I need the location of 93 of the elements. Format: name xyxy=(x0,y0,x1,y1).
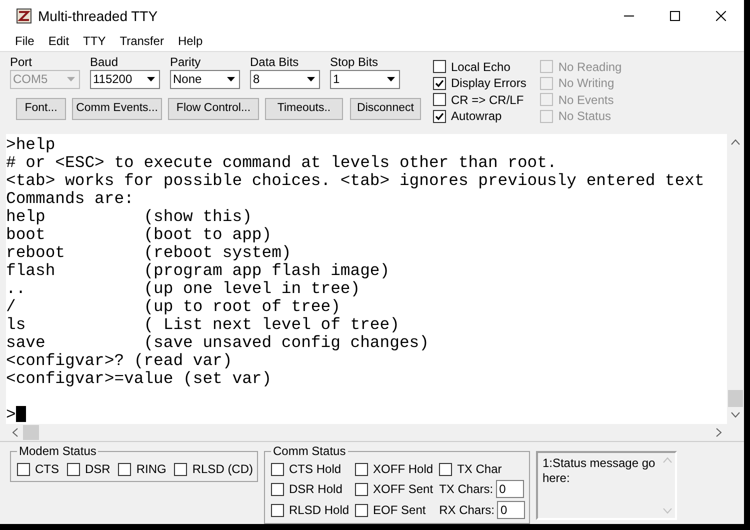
checkbox-label: RLSD Hold xyxy=(289,502,350,519)
scroll-down-icon[interactable] xyxy=(731,412,740,418)
dropdown[interactable]: 115200 xyxy=(90,70,160,89)
terminal-line: boot (boot to app) xyxy=(6,226,273,244)
checkbox-label: XOFF Hold xyxy=(373,461,434,478)
dropdown[interactable]: 1 xyxy=(330,70,400,89)
terminal-line: .. (up one level in tree) xyxy=(6,280,362,298)
field-label: RX Chars: xyxy=(439,502,494,519)
scrollbar-thumb[interactable] xyxy=(728,390,743,406)
checkbox[interactable] xyxy=(118,462,132,476)
scroll-up-icon xyxy=(662,456,672,462)
dropdown[interactable]: None xyxy=(170,70,240,89)
checkbox[interactable] xyxy=(355,482,368,496)
checkbox[interactable] xyxy=(174,462,188,476)
field-label: Baud xyxy=(90,54,120,69)
scroll-right-icon[interactable] xyxy=(716,428,722,436)
button[interactable]: Font... xyxy=(16,98,66,120)
checkbox-label: TX Char xyxy=(457,461,502,478)
field-label: Parity xyxy=(170,54,202,69)
checkbox-label: CR => CR/LF xyxy=(451,92,524,109)
terminal-line: <tab> works for possible choices. <tab> ignores previously entered text xyxy=(6,172,706,190)
checkbox-label: CTS Hold xyxy=(289,461,342,478)
caret-icon xyxy=(307,76,315,82)
checkbox-label: No Events xyxy=(558,92,614,109)
scroll-up-icon[interactable] xyxy=(731,139,740,145)
terminal-line: Commands are: xyxy=(6,190,135,208)
maximize-icon[interactable] xyxy=(670,11,680,21)
checkbox[interactable] xyxy=(433,93,446,106)
checkbox-label: No Writing xyxy=(558,75,614,92)
field-label: Port xyxy=(10,54,34,69)
field-label: Data Bits xyxy=(250,54,300,69)
terminal-line: # or <ESC> to execute command at levels other than root. xyxy=(6,154,558,172)
button[interactable]: Comm Events... xyxy=(72,98,162,120)
terminal-line: / (up to root of tree) xyxy=(6,298,342,316)
checkbox[interactable] xyxy=(355,462,368,476)
button[interactable]: Flow Control... xyxy=(168,98,259,120)
checkbox[interactable] xyxy=(67,462,80,476)
cursor xyxy=(16,406,26,422)
checkbox-label: DSR Hold xyxy=(289,481,342,498)
caret-icon xyxy=(147,76,155,82)
close-icon[interactable] xyxy=(716,11,726,21)
checkbox-label: DSR xyxy=(85,461,110,478)
caret-icon xyxy=(227,76,235,82)
counter-field: 0 xyxy=(497,501,526,519)
terminal-line: <configvar>? (read var) xyxy=(6,352,234,370)
checkbox[interactable] xyxy=(439,462,452,476)
window-title: Multi-threaded TTY xyxy=(38,6,158,26)
checkbox-label: RLSD (CD) xyxy=(192,461,254,478)
app-icon xyxy=(16,8,32,24)
caret-icon xyxy=(387,76,395,82)
scrollbar-thumb[interactable] xyxy=(23,424,39,440)
menu-item[interactable]: Edit xyxy=(41,32,76,50)
status-message: 1:Status message go here: xyxy=(541,454,656,486)
checkbox[interactable] xyxy=(271,462,284,476)
button[interactable]: Disconnect xyxy=(350,98,421,120)
caret-icon xyxy=(67,76,75,82)
field-label: TX Chars: xyxy=(439,481,494,498)
checkbox-label: CTS xyxy=(35,461,59,478)
terminal-prompt: > xyxy=(6,404,16,424)
terminal-line: ls ( List next level of tree) xyxy=(6,316,400,334)
checkbox[interactable] xyxy=(271,504,284,516)
menu-item[interactable]: Transfer xyxy=(112,32,171,50)
checkbox-label: Autowrap xyxy=(451,108,502,126)
scroll-left-icon[interactable] xyxy=(12,428,18,436)
checkbox[interactable] xyxy=(433,76,446,90)
menu-item[interactable]: Help xyxy=(170,32,210,50)
checkbox[interactable] xyxy=(355,504,368,516)
checkbox-label: RING xyxy=(136,461,166,478)
field-label: Stop Bits xyxy=(330,54,380,69)
checkbox-label: No Status xyxy=(558,108,612,126)
terminal-line: <configvar>=value (set var) xyxy=(6,370,273,388)
menu-item[interactable]: TTY xyxy=(76,32,113,50)
checkbox[interactable] xyxy=(271,482,284,496)
terminal-line: save (save unsaved config changes) xyxy=(6,334,430,352)
menu-item[interactable]: File xyxy=(8,32,42,50)
checkbox[interactable] xyxy=(17,462,30,476)
button[interactable]: Timeouts.. xyxy=(265,98,343,120)
counter-field: 0 xyxy=(496,480,524,498)
checkbox-label: Local Echo xyxy=(451,58,510,76)
terminal-line: flash (program app flash image) xyxy=(6,262,391,280)
terminal-line: reboot (reboot system) xyxy=(6,244,292,262)
terminal-line: help (show this) xyxy=(6,208,253,226)
checkbox-label: Display Errors xyxy=(451,75,526,92)
group-title: Comm Status xyxy=(271,444,348,458)
terminal-line: >help xyxy=(6,136,56,154)
checkbox[interactable] xyxy=(433,60,446,74)
checkbox-label: No Reading xyxy=(558,58,622,76)
dropdown[interactable]: 8 xyxy=(250,70,320,89)
scroll-down-icon xyxy=(662,508,672,514)
checkbox-label: XOFF Sent xyxy=(373,481,434,498)
checkbox-label: EOF Sent xyxy=(373,502,426,519)
group-title: Modem Status xyxy=(17,444,98,458)
checkbox[interactable] xyxy=(433,110,446,123)
